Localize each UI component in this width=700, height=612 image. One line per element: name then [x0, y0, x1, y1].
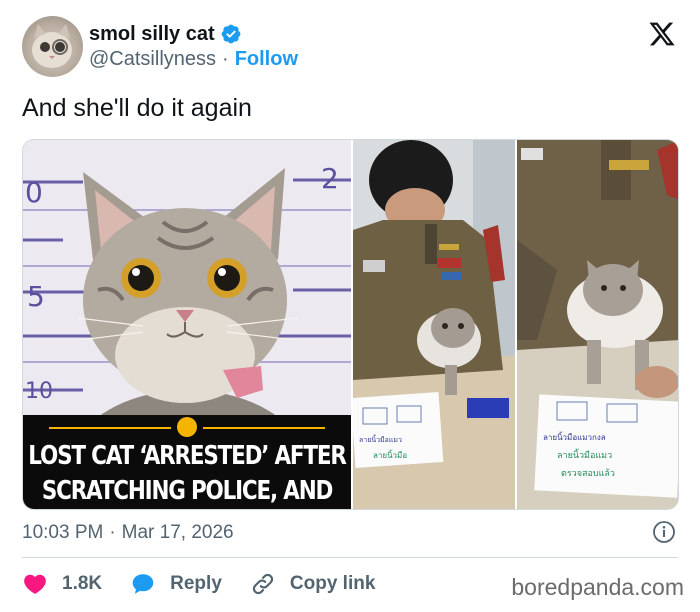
display-name[interactable]: smol silly cat	[89, 23, 215, 46]
action-bar: 1.8K Reply Copy link	[22, 566, 403, 602]
like-button[interactable]: 1.8K	[22, 571, 102, 597]
heart-icon	[24, 574, 46, 594]
watermark: boredpanda.com	[511, 574, 684, 600]
copy-link-button[interactable]: Copy link	[250, 571, 376, 597]
headline-rule-left	[49, 427, 171, 429]
svg-text:ลายนิ้วมือ: ลายนิ้วมือ	[373, 449, 407, 460]
avatar[interactable]	[22, 16, 83, 77]
tweet-header: smol silly cat @Catsillyness · Follow	[22, 16, 682, 80]
svg-text:ตรวจสอบแล้ว: ตรวจสอบแล้ว	[561, 468, 615, 479]
reply-button[interactable]: Reply	[130, 571, 222, 597]
svg-text:10: 10	[25, 379, 53, 404]
cat-paw-print-photo[interactable]: ลายนิ้วมือแมวกงล ลายนิ้วมือแมว ตรวจสอบแล…	[517, 140, 678, 509]
svg-text:ลายนิ้วมือแมวกงล: ลายนิ้วมือแมวกงล	[543, 431, 606, 442]
follow-button[interactable]: Follow	[235, 48, 298, 71]
name-row: smol silly cat	[89, 22, 242, 46]
reply-bubble-icon	[132, 574, 154, 594]
tweet-text: And she'll do it again	[22, 94, 252, 122]
handle[interactable]: @Catsillyness	[89, 48, 216, 71]
cat-mugshot-photo[interactable]: 0 2 5 10 LOST CAT ‘ARRESTED’ AFTER SCRAT…	[23, 140, 351, 509]
timestamp-row: 10:03 PM · Mar 17, 2026	[22, 520, 682, 546]
reply-label: Reply	[170, 573, 222, 594]
copy-link-label: Copy link	[289, 573, 376, 594]
tweet-media[interactable]: 0 2 5 10 LOST CAT ‘ARRESTED’ AFTER SCRAT…	[22, 139, 679, 510]
divider	[22, 557, 678, 558]
svg-text:5: 5	[27, 280, 45, 313]
headline-rule-right	[203, 427, 325, 429]
link-icon	[252, 573, 273, 595]
verified-badge-icon	[221, 24, 241, 44]
tweet-date[interactable]: Mar 17, 2026	[122, 522, 234, 544]
timestamp-separator: ·	[109, 522, 116, 543]
headline-text: LOST CAT ‘ARRESTED’ AFTER SCRATCHING POL…	[28, 441, 347, 507]
headline-banner: LOST CAT ‘ARRESTED’ AFTER SCRATCHING POL…	[23, 415, 351, 509]
handle-separator: ·	[222, 48, 229, 70]
handle-row: @Catsillyness · Follow	[89, 48, 298, 71]
svg-text:2: 2	[321, 162, 339, 195]
svg-text:0: 0	[25, 176, 43, 209]
tweet-time[interactable]: 10:03 PM	[22, 522, 103, 544]
x-logo-icon[interactable]	[648, 20, 676, 48]
panda-logo-icon	[177, 417, 197, 437]
officer-fingerprinting-cat-photo[interactable]: ลายนิ้วมือแมว ลายนิ้วมือ	[353, 140, 515, 509]
info-icon[interactable]	[652, 520, 676, 544]
like-count: 1.8K	[62, 573, 103, 594]
